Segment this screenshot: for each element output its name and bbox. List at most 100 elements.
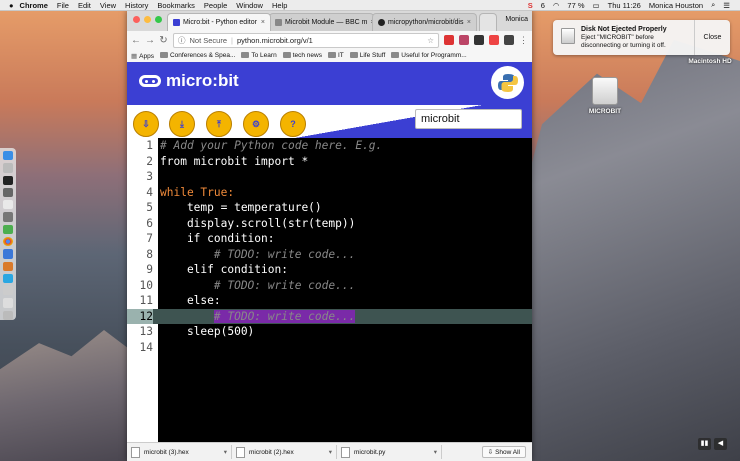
menu-people[interactable]: People [204, 1, 227, 10]
pause-icon[interactable]: ▮▮ [698, 438, 711, 450]
notification-close-button[interactable]: Close [694, 20, 730, 55]
profile-name[interactable]: Monica [505, 16, 528, 23]
notification-center-icon[interactable]: ☰ [723, 1, 730, 10]
bookmark-folder[interactable]: Conferences & Spea... [159, 52, 235, 59]
download-button[interactable]: ⇩ [133, 111, 159, 137]
new-tab-button[interactable] [479, 13, 497, 31]
menu-kebab-icon[interactable]: ⋮ [519, 35, 528, 46]
github-icon [378, 19, 385, 26]
code-editor[interactable]: 1 # Add your Python code here. E.g. 2 from… [127, 138, 532, 442]
bookmark-folder[interactable]: IT [327, 52, 344, 59]
help-button[interactable]: ? [280, 111, 306, 137]
desktop-disk-microbit[interactable]: MICROBIT [585, 77, 625, 115]
skype-icon[interactable] [3, 273, 13, 284]
code-line[interactable]: 3 [127, 169, 532, 185]
close-window-icon[interactable] [133, 16, 140, 23]
code-line-selected[interactable]: 12 # TODO: write code... [127, 308, 532, 324]
app-icon[interactable] [3, 249, 13, 259]
code-line[interactable]: 14 [127, 340, 532, 356]
code-line[interactable]: 8 # TODO: write code... [127, 247, 532, 263]
chevron-down-icon[interactable]: ▾ [329, 448, 332, 456]
chevron-down-icon[interactable]: ▾ [224, 448, 227, 456]
menu-edit[interactable]: Edit [78, 1, 91, 10]
launchpad-icon[interactable] [3, 163, 13, 173]
extension-icon[interactable] [504, 35, 514, 45]
tab-micropython-github[interactable]: micropython/microbit/dis × [372, 13, 477, 31]
download-item[interactable]: microbit (3).hex ▾ [131, 445, 232, 459]
code-line[interactable]: 10 # TODO: write code... [127, 278, 532, 294]
menu-app-name[interactable]: Chrome [20, 1, 48, 10]
menu-bookmarks[interactable]: Bookmarks [157, 1, 195, 10]
code-line[interactable]: 6 display.scroll(str(temp)) [127, 216, 532, 232]
speaker-icon[interactable]: ◀ [714, 438, 727, 450]
app-icon[interactable] [3, 298, 13, 308]
code-line[interactable]: 13 sleep(500) [127, 324, 532, 340]
minimize-window-icon[interactable] [144, 16, 151, 23]
save-button[interactable]: ⤓ [169, 111, 195, 137]
battery-percent[interactable]: 77 % [567, 1, 584, 10]
close-tab-icon[interactable]: × [258, 19, 265, 26]
app-icon[interactable] [3, 286, 13, 296]
forward-icon[interactable]: → [145, 35, 155, 46]
extension-icon[interactable] [474, 35, 484, 45]
bookmark-star-icon[interactable]: ☆ [427, 36, 434, 45]
code-line[interactable]: 7 if condition: [127, 231, 532, 247]
extension-icon[interactable] [489, 35, 499, 45]
menu-file[interactable]: File [57, 1, 69, 10]
chevron-down-icon[interactable]: ▾ [434, 448, 437, 456]
code-line[interactable]: 2 from microbit import * [127, 154, 532, 170]
tab-python-editor[interactable]: Micro:bit - Python editor × [167, 13, 271, 31]
extension-icon[interactable] [444, 35, 454, 45]
help-icon: ? [290, 119, 296, 129]
battery-icon[interactable]: ▭ [593, 1, 600, 10]
editor-toolbar: ⇩ ⤓ ⤒ ⚙ ? microbit [127, 105, 532, 139]
code-line[interactable]: 9 elif condition: [127, 262, 532, 278]
bookmark-folder[interactable]: Useful for Programm... [391, 52, 467, 59]
wifi-icon[interactable]: ◠ [553, 1, 560, 10]
apple-icon[interactable]: ● [9, 1, 14, 10]
app-icon[interactable] [3, 261, 13, 271]
close-tab-icon[interactable]: × [464, 19, 471, 26]
microbit-header: micro:bit [127, 62, 532, 105]
app-icon[interactable] [3, 200, 13, 210]
download-item[interactable]: microbit (2).hex ▾ [236, 445, 337, 459]
code-line[interactable]: 5 temp = temperature() [127, 200, 532, 216]
terminal-icon[interactable] [3, 175, 13, 185]
desktop-disk-macintosh-hd[interactable]: Macintosh HD [683, 58, 737, 65]
show-all-downloads-button[interactable]: ⇩ Show All [481, 446, 526, 458]
search-icon[interactable]: ⌕ [711, 0, 715, 10]
bookmark-apps[interactable]: ▦ Apps [131, 52, 154, 60]
status-s-icon[interactable]: S [528, 1, 533, 10]
bookmark-folder[interactable]: To Learn [241, 52, 277, 59]
chrome-icon[interactable] [3, 236, 13, 247]
app-icon[interactable] [3, 187, 13, 198]
menu-view[interactable]: View [100, 1, 116, 10]
line-number: 7 [146, 232, 153, 245]
info-icon[interactable]: ⓘ [178, 35, 186, 46]
app-icon[interactable] [3, 224, 13, 234]
back-icon[interactable]: ← [131, 35, 141, 46]
menu-clock[interactable]: Thu 11:26 [608, 1, 641, 10]
download-item[interactable]: microbit.py ▾ [341, 445, 442, 459]
menu-help[interactable]: Help [272, 1, 287, 10]
app-icon[interactable] [3, 212, 13, 222]
tab-microbit-module[interactable]: Microbit Module — BBC m × [269, 13, 374, 31]
bookmark-folder[interactable]: Life Stuff [349, 52, 385, 59]
code-line[interactable]: 4 while True: [127, 185, 532, 201]
reload-icon[interactable]: ↻ [159, 35, 168, 46]
code-line[interactable]: 11 else: [127, 293, 532, 309]
load-button[interactable]: ⤒ [206, 111, 232, 137]
script-name-input[interactable]: microbit [415, 109, 522, 129]
zoom-window-icon[interactable] [155, 16, 162, 23]
address-bar[interactable]: ⓘ Not Secure | python.microbit.org/v/1 ☆ [173, 32, 439, 48]
bookmark-folder[interactable]: tech news [282, 52, 322, 59]
code-line[interactable]: 1 # Add your Python code here. E.g. [127, 138, 532, 154]
microbit-logo[interactable]: micro:bit [139, 71, 239, 91]
menu-history[interactable]: History [125, 1, 148, 10]
snippets-button[interactable]: ⚙ [243, 111, 269, 137]
trash-icon[interactable] [3, 310, 13, 320]
finder-icon[interactable] [3, 151, 13, 161]
extension-icon[interactable] [459, 35, 469, 45]
menu-user[interactable]: Monica Houston [649, 1, 703, 10]
menu-window[interactable]: Window [236, 1, 263, 10]
